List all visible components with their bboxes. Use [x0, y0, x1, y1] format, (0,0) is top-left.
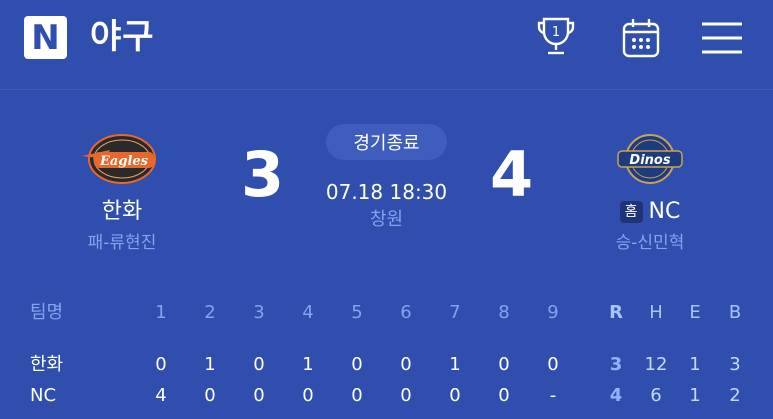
inning-score: 0	[449, 385, 461, 406]
inning-score: 0	[155, 354, 167, 375]
inning-header: 1	[155, 302, 167, 323]
linescore-table: 팀명 1 2 3 4 5 6 7 8 9 R H E B 한화 0 1 0 1 …	[0, 290, 773, 419]
walks-header: B	[728, 302, 742, 323]
errors-header: E	[689, 302, 701, 323]
inning-header: 8	[498, 302, 510, 323]
linescore-row-home: NC 4 0 0 0 0 0 0 0 - 4 6 1 2	[0, 383, 773, 409]
row-team-name: 한화	[30, 354, 64, 375]
inning-score: 4	[155, 385, 167, 406]
inning-header: 5	[351, 302, 363, 323]
away-team[interactable]: Eagles 한화 패-류현진	[62, 128, 182, 254]
svg-text:1: 1	[552, 25, 560, 40]
inning-score: 0	[400, 385, 412, 406]
walks-total: 2	[729, 385, 741, 406]
linescore-header-row: 팀명 1 2 3 4 5 6 7 8 9 R H E B	[0, 300, 773, 326]
home-badge: 홈	[619, 201, 643, 223]
hits-total: 12	[644, 354, 668, 375]
home-score: 4	[490, 138, 534, 211]
game-datetime: 07.18 18:30	[325, 180, 448, 204]
inning-score: 0	[253, 385, 265, 406]
away-emblem-text: Eagles	[99, 154, 149, 169]
header: N 야구 1	[0, 0, 773, 80]
inning-score: 0	[547, 354, 559, 375]
inning-score: 0	[498, 385, 510, 406]
errors-total: 1	[689, 354, 701, 375]
inning-score: 0	[253, 354, 265, 375]
inning-score: 0	[302, 385, 314, 406]
calendar-icon[interactable]	[617, 14, 665, 62]
row-team-name: NC	[30, 385, 57, 406]
walks-total: 3	[729, 354, 741, 375]
hits-total: 6	[650, 385, 662, 406]
naver-logo[interactable]: N	[24, 16, 67, 59]
home-team[interactable]: Dinos 홈 NC 승-신민혁	[590, 128, 710, 254]
away-score: 3	[241, 138, 285, 211]
away-pitcher: 패-류현진	[87, 233, 157, 253]
hits-header: H	[649, 302, 663, 323]
inning-score: 0	[204, 385, 216, 406]
home-emblem-text: Dinos	[629, 153, 670, 168]
errors-total: 1	[689, 385, 701, 406]
inning-header: 3	[253, 302, 265, 323]
runs-total: 4	[609, 385, 623, 406]
section-title[interactable]: 야구	[90, 14, 155, 60]
runs-total: 3	[609, 354, 623, 375]
baseball-game-page: N 야구 1 Eagles 한화 패-류현진 3 경기종료 07.18 18:3…	[0, 0, 773, 419]
home-team-name: NC	[648, 199, 681, 224]
home-pitcher: 승-신민혁	[615, 233, 685, 253]
menu-icon[interactable]	[698, 14, 746, 62]
home-team-emblem: Dinos	[590, 128, 710, 190]
inning-header: 6	[400, 302, 412, 323]
inning-header: 2	[204, 302, 216, 323]
game-status-badge: 경기종료	[326, 124, 447, 160]
inning-score: 1	[204, 354, 216, 375]
trophy-icon[interactable]: 1	[532, 14, 580, 62]
inning-score: 1	[449, 354, 461, 375]
inning-header: 9	[547, 302, 559, 323]
inning-header: 4	[302, 302, 314, 323]
inning-score: 0	[400, 354, 412, 375]
away-team-name: 한화	[101, 199, 143, 224]
inning-score: -	[549, 385, 557, 406]
runs-header: R	[609, 302, 623, 323]
header-team-label: 팀명	[30, 302, 64, 323]
stadium-name: 창원	[369, 209, 404, 230]
inning-score: 1	[302, 354, 314, 375]
inning-score: 0	[498, 354, 510, 375]
linescore-row-away: 한화 0 1 0 1 0 0 1 0 0 3 12 1 3	[0, 352, 773, 378]
inning-score: 0	[351, 354, 363, 375]
away-team-emblem: Eagles	[62, 128, 182, 190]
inning-header: 7	[449, 302, 461, 323]
header-divider	[0, 89, 773, 90]
inning-score: 0	[351, 385, 363, 406]
